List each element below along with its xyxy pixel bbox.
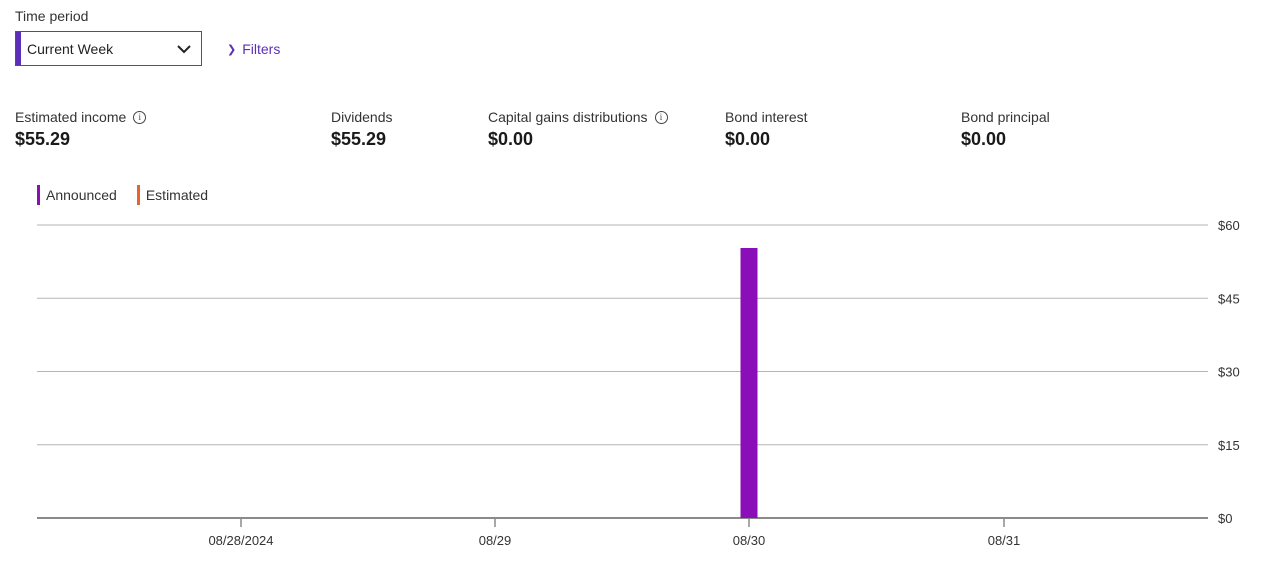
metric-label: Bond interest: [725, 109, 808, 125]
y-tick-label: $15: [1218, 438, 1240, 453]
x-tick-label: 08/30: [733, 533, 766, 548]
select-accent-bar: [16, 32, 21, 65]
metric-bond-principal: Bond principal $0.00: [961, 109, 1050, 150]
time-period-select[interactable]: Current Week: [15, 31, 202, 66]
metric-label: Estimated income: [15, 109, 127, 125]
metric-value: $55.29: [331, 129, 387, 149]
legend-swatch: [136, 185, 140, 205]
metric-label: Dividends: [331, 109, 393, 125]
income-bar-chart: $60 $45 $30 $15 $0 08/28/2024 08/29 08/30 08/31: [37, 218, 1240, 548]
y-tick-label: $45: [1218, 291, 1240, 306]
legend-swatch: [37, 185, 40, 205]
metric-capital-gains: Capital gains distributions i $0.00: [488, 109, 668, 150]
metric-label: Capital gains distributions: [488, 109, 648, 125]
legend-label: Estimated: [145, 187, 209, 203]
y-tick-label: $0: [1218, 511, 1232, 526]
filters-label: Filters: [242, 41, 281, 57]
y-tick-label: $60: [1218, 218, 1240, 233]
legend-label: Announced: [46, 187, 117, 203]
y-tick-label: $30: [1218, 365, 1240, 380]
metric-label: Bond principal: [961, 109, 1050, 125]
metric-value: $0.00: [961, 129, 1007, 149]
info-icon[interactable]: i: [133, 110, 147, 124]
chart-legend: Announced Estimated: [37, 185, 208, 205]
time-period-label: Time period: [15, 8, 89, 24]
chevron-right-icon: ❯: [227, 43, 237, 56]
legend-item-announced: Announced: [37, 185, 117, 205]
x-tick-label: 08/28/2024: [208, 533, 273, 548]
x-tick-label: 08/29: [479, 533, 512, 548]
legend-item-estimated: Estimated: [136, 185, 209, 205]
time-period-value: Current Week: [27, 41, 114, 57]
metric-value: $0.00: [488, 129, 534, 149]
metric-dividends: Dividends $55.29: [331, 109, 392, 150]
info-icon[interactable]: i: [654, 110, 668, 124]
filters-link[interactable]: ❯ Filters: [227, 41, 280, 57]
chevron-down-icon: [177, 45, 191, 54]
metric-value: $0.00: [725, 129, 771, 149]
bar-announced: [740, 248, 758, 519]
metric-bond-interest: Bond interest $0.00: [725, 109, 808, 150]
metric-estimated-income: Estimated income i $55.29: [15, 109, 147, 150]
metric-value: $55.29: [15, 129, 71, 149]
x-tick-label: 08/31: [988, 533, 1021, 548]
